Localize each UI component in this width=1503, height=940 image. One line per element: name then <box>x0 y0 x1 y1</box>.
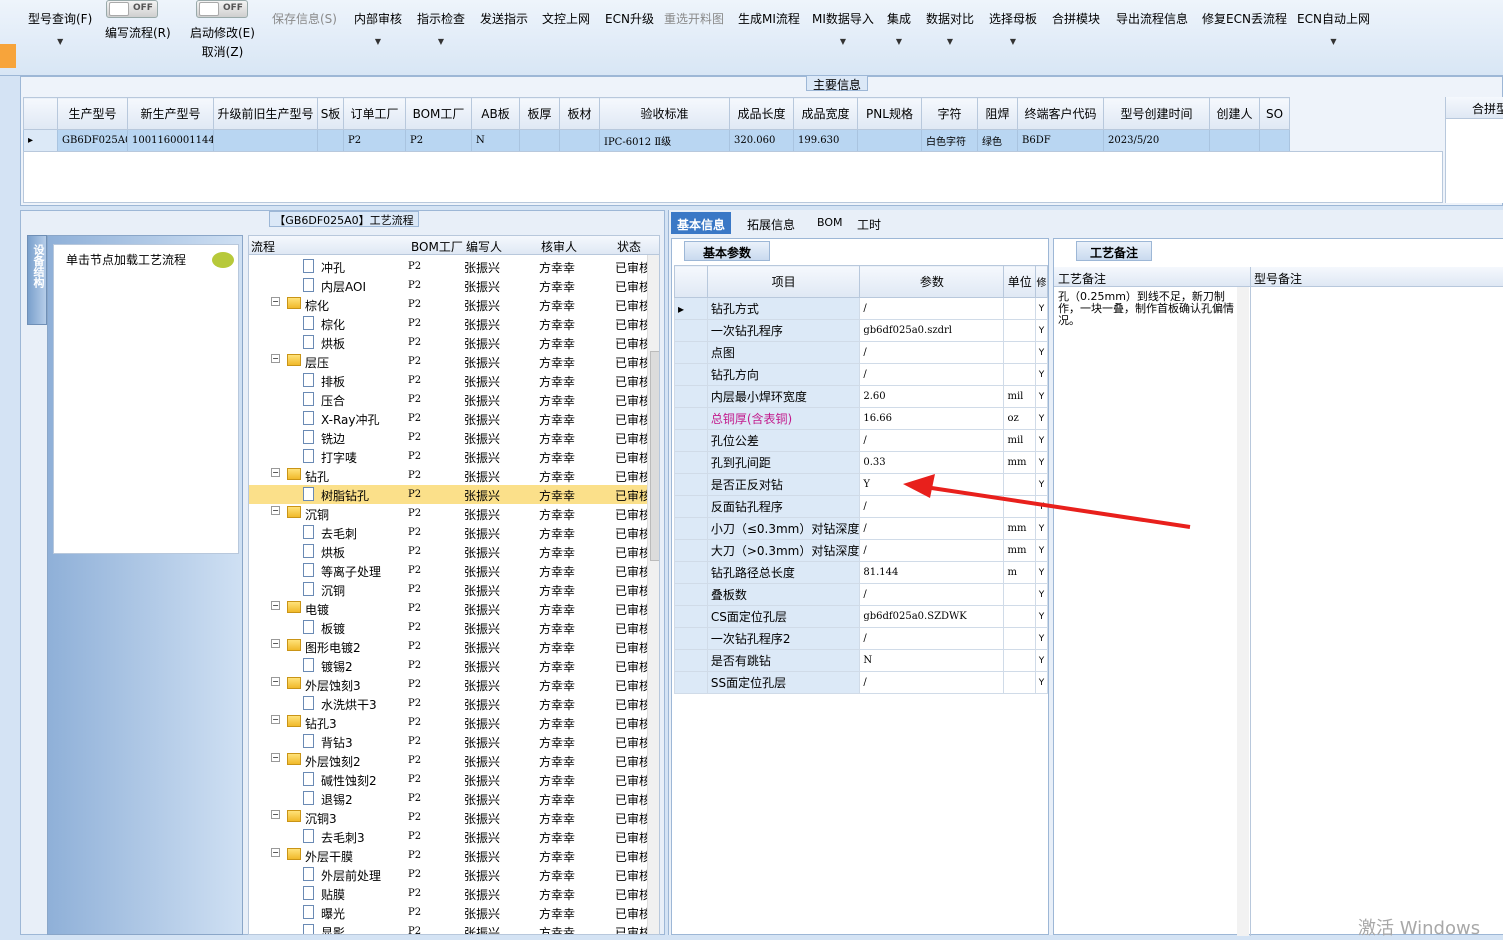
red-arrow-annotation <box>903 474 1191 529</box>
windows-activation-watermark: 激活 Windows <box>1358 918 1481 939</box>
arrow-shaft <box>924 485 1191 529</box>
arrow-head <box>903 474 935 498</box>
